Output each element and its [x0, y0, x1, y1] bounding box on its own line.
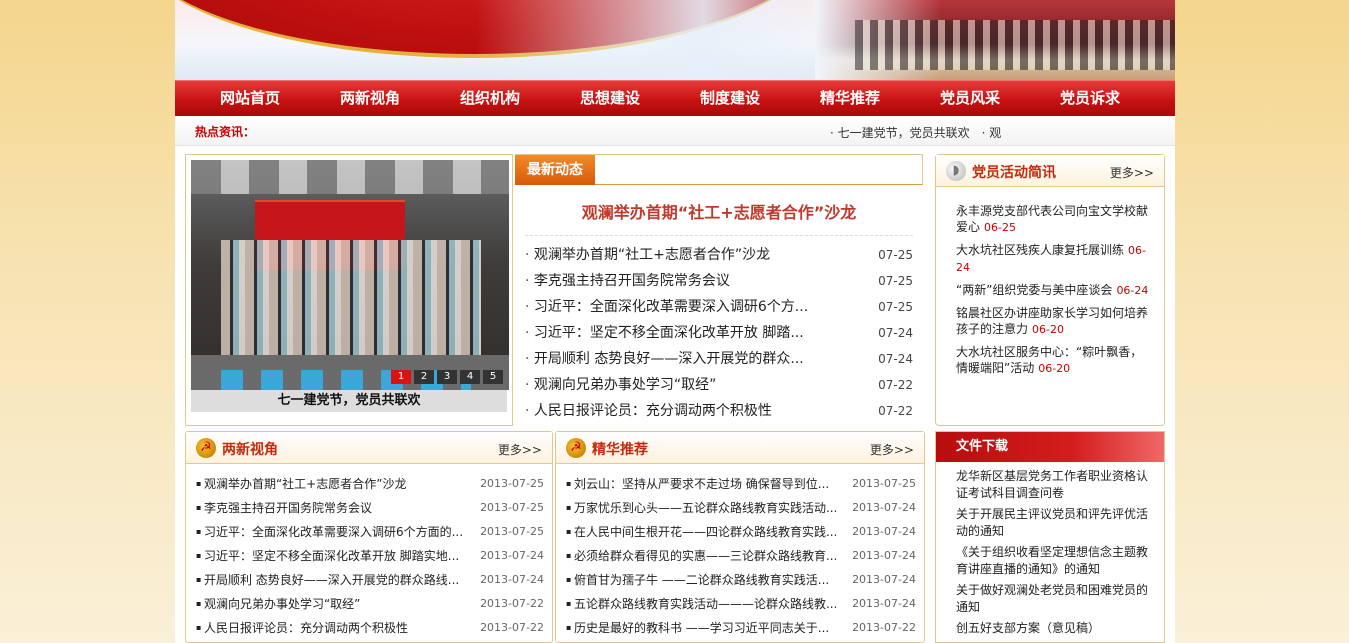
banner-assembly-photo [815, 0, 1175, 80]
list-item[interactable]: 观澜向兄弟办事处学习“取经”2013-07-22 [196, 592, 544, 616]
list-item[interactable]: 俯首甘为孺子牛 ——二论群众路线教育实践活...2013-07-24 [566, 568, 916, 592]
list-item[interactable]: 李克强主持召开国务院常务会议07-25 [525, 268, 913, 294]
nav-item-liangxin[interactable]: 两新视角 [320, 81, 440, 116]
slider-page-button[interactable]: 1 [391, 370, 411, 384]
recommend-panel: ☭ 精华推荐 更多>> 刘云山：坚持从严要求不走过场 确保督导到位...2013… [555, 431, 925, 643]
nav-item-home[interactable]: 网站首页 [200, 81, 320, 116]
list-item[interactable]: “两新”组织党委与美中座谈会 06-24 [956, 282, 1152, 299]
list-item[interactable]: 开局顺利 态势良好——深入开展党的群众路线...2013-07-24 [196, 568, 544, 592]
party-emblem-icon: ☭ [196, 438, 216, 458]
tab-latest[interactable]: 最新动态 [515, 155, 595, 185]
hot-news-item[interactable]: · 观 [982, 126, 1002, 140]
list-item[interactable]: 人民日报评论员：充分调动两个积极性2013-07-22 [196, 616, 544, 640]
hot-news-bar: 热点资讯： · 七一建党节，党员共联欢 · 观 [175, 116, 1175, 146]
main-nav: 网站首页 两新视角 组织机构 思想建设 制度建设 精华推荐 党员风采 党员诉求 [175, 80, 1175, 116]
list-item[interactable]: 习近平：坚定不移全面深化改革开放 脚踏实地...2013-07-24 [196, 544, 544, 568]
hot-news-item[interactable]: · 七一建党节，党员共联欢 [830, 126, 970, 140]
file-link[interactable]: 关于做好观澜处老党员和困难党员的通知 [956, 582, 1158, 616]
list-item[interactable]: 刘云山：坚持从严要求不走过场 确保督导到位...2013-07-25 [566, 472, 916, 496]
list-item[interactable]: 习近平：全面深化改革需要深入调研6个方...07-25 [525, 294, 913, 320]
member-activities-panel: ◗ 党员活动简讯 更多>> 永丰源党支部代表公司向宝文学校献爱心 06-25 大水… [935, 154, 1165, 426]
list-item[interactable]: 永丰源党支部代表公司向宝文学校献爱心 06-25 [956, 203, 1152, 236]
latest-news-panel: 最新动态 观澜举办首期“社工+志愿者合作”沙龙 观澜举办首期“社工+志愿者合作”… [515, 154, 923, 426]
hot-news-ticker: · 七一建党节，党员共联欢 · 观 [830, 124, 1015, 141]
list-item[interactable]: 观澜向兄弟办事处学习“取经”07-22 [525, 372, 913, 398]
panel-title: 精华推荐 [592, 442, 648, 458]
hot-news-label: 热点资讯： [195, 125, 256, 139]
nav-item-organization[interactable]: 组织机构 [440, 81, 560, 116]
file-link[interactable]: 《关于组织收看坚定理想信念主题教育讲座直播的通知》的通知 [956, 544, 1158, 578]
more-link[interactable]: 更多>> [498, 441, 542, 458]
list-item[interactable]: 人民日报评论员：充分调动两个积极性07-22 [525, 398, 913, 424]
file-download-panel: 文件下载 龙华新区基层党务工作者职业资格认证考试科目调查问卷 关于开展民主评议党… [935, 431, 1165, 643]
latest-headline[interactable]: 观澜举办首期“社工+志愿者合作”沙龙 [515, 199, 923, 222]
list-item[interactable]: 五论群众路线教育实践活动———论群众路线教...2013-07-24 [566, 592, 916, 616]
nav-item-recommend[interactable]: 精华推荐 [800, 81, 920, 116]
nav-item-system[interactable]: 制度建设 [680, 81, 800, 116]
list-item[interactable]: 历史是最好的教科书 ——学习习近平同志关于...2013-07-22 [566, 616, 916, 640]
slider-page-button[interactable]: 2 [414, 370, 434, 384]
list-item[interactable]: 习近平：坚定不移全面深化改革开放 脚踏...07-24 [525, 320, 913, 346]
slider-page-button[interactable]: 4 [460, 370, 480, 384]
list-item[interactable]: 大水坑社区服务中心：“粽叶飘香，情暖端阳”活动 06-20 [956, 344, 1152, 377]
panel-title: 党员活动简讯 [972, 165, 1056, 181]
list-item[interactable]: 必须给群众看得见的实惠——三论群众路线教育...2013-07-24 [566, 544, 916, 568]
latest-news-list: 观澜举办首期“社工+志愿者合作”沙龙07-25 李克强主持召开国务院常务会议07… [515, 242, 923, 424]
nav-item-appeals[interactable]: 党员诉求 [1040, 81, 1160, 116]
file-link[interactable]: 龙华新区基层党务工作者职业资格认证考试科目调查问卷 [956, 468, 1158, 502]
list-item[interactable]: 观澜举办首期“社工+志愿者合作”沙龙2013-07-25 [196, 472, 544, 496]
slider-page-button[interactable]: 3 [437, 370, 457, 384]
list-item[interactable]: 开局顺利 态势良好——深入开展党的群众...07-24 [525, 346, 913, 372]
list-item[interactable]: 观澜举办首期“社工+志愿者合作”沙龙07-25 [525, 242, 913, 268]
file-link[interactable]: 创五好支部方案（意见稿） [956, 620, 1158, 637]
list-item[interactable]: 铭晨社区办讲座助家长学习如何培养孩子的注意力 06-20 [956, 305, 1152, 338]
panel-title: 文件下载 [936, 432, 1164, 462]
nav-item-ideology[interactable]: 思想建设 [560, 81, 680, 116]
list-item[interactable]: 大水坑社区残疾人康复托展训练 06-24 [956, 242, 1152, 276]
more-link[interactable]: 更多>> [870, 441, 914, 458]
slider-pagination: 1 2 3 4 5 [388, 370, 503, 384]
list-item[interactable]: 李克强主持召开国务院常务会议2013-07-25 [196, 496, 544, 520]
more-link[interactable]: 更多>> [1110, 164, 1154, 181]
header-banner [175, 0, 1175, 80]
page: 网站首页 两新视角 组织机构 思想建设 制度建设 精华推荐 党员风采 党员诉求 … [175, 0, 1175, 643]
panel-title: 两新视角 [222, 442, 278, 458]
list-item[interactable]: 习近平：全面深化改革需要深入调研6个方面的...2013-07-25 [196, 520, 544, 544]
list-item[interactable]: 万家忧乐到心头——五论群众路线教育实践活动...2013-07-24 [566, 496, 916, 520]
nav-item-members[interactable]: 党员风采 [920, 81, 1040, 116]
slider-photo[interactable]: 1 2 3 4 5 [191, 160, 509, 390]
file-link[interactable]: 关于开展民主评议党员和评先评优活动的通知 [956, 506, 1158, 540]
slider-caption[interactable]: 七一建党节，党员共联欢 [191, 390, 507, 412]
photo-slider: 1 2 3 4 5 七一建党节，党员共联欢 [185, 154, 513, 426]
megaphone-icon: ◗ [946, 161, 966, 181]
liangxin-panel: ☭ 两新视角 更多>> 观澜举办首期“社工+志愿者合作”沙龙2013-07-25… [185, 431, 553, 643]
party-emblem-icon: ☭ [566, 438, 586, 458]
list-item[interactable]: 在人民中间生根开花——四论群众路线教育实践...2013-07-24 [566, 520, 916, 544]
slider-page-button[interactable]: 5 [483, 370, 503, 384]
